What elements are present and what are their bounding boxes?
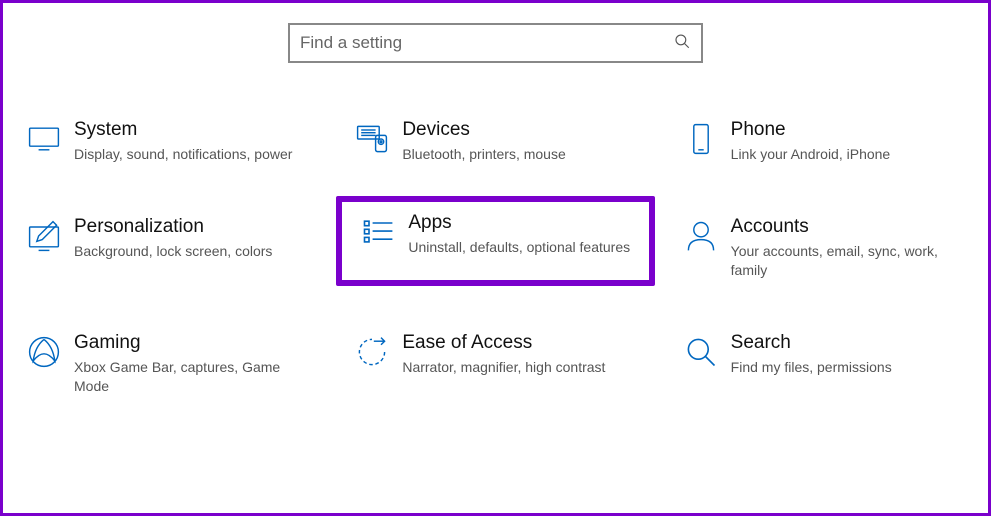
- tile-title: Personalization: [74, 216, 312, 238]
- tile-title: Gaming: [74, 332, 312, 354]
- tile-devices[interactable]: Devices Bluetooth, printers, mouse: [336, 113, 654, 170]
- tile-desc: Display, sound, notifications, power: [74, 145, 312, 164]
- tile-title: Devices: [402, 119, 640, 141]
- tile-title: Apps: [408, 212, 634, 234]
- tile-phone[interactable]: Phone Link your Android, iPhone: [665, 113, 983, 170]
- tile-desc: Bluetooth, printers, mouse: [402, 145, 640, 164]
- tile-desc: Your accounts, email, sync, work, family: [731, 242, 969, 280]
- apps-icon: [348, 212, 408, 250]
- settings-grid: System Display, sound, notifications, po…: [3, 93, 988, 401]
- tile-desc: Link your Android, iPhone: [731, 145, 969, 164]
- ease-of-access-icon: [342, 332, 402, 370]
- tile-accounts[interactable]: Accounts Your accounts, email, sync, wor…: [665, 210, 983, 286]
- tile-ease-of-access[interactable]: Ease of Access Narrator, magnifier, high…: [336, 326, 654, 402]
- tile-system[interactable]: System Display, sound, notifications, po…: [8, 113, 326, 170]
- search-box[interactable]: [288, 23, 703, 63]
- tile-title: Accounts: [731, 216, 969, 238]
- accounts-icon: [671, 216, 731, 254]
- tile-apps[interactable]: Apps Uninstall, defaults, optional featu…: [336, 196, 654, 286]
- search-container: [3, 3, 988, 93]
- tile-title: Phone: [731, 119, 969, 141]
- tile-title: System: [74, 119, 312, 141]
- tile-desc: Find my files, permissions: [731, 358, 969, 377]
- tile-desc: Uninstall, defaults, optional features: [408, 238, 634, 257]
- tile-personalization[interactable]: Personalization Background, lock screen,…: [8, 210, 326, 286]
- tile-desc: Background, lock screen, colors: [74, 242, 312, 261]
- tile-title: Search: [731, 332, 969, 354]
- search-input[interactable]: [300, 33, 673, 53]
- devices-icon: [342, 119, 402, 157]
- phone-icon: [671, 119, 731, 157]
- tile-gaming[interactable]: Gaming Xbox Game Bar, captures, Game Mod…: [8, 326, 326, 402]
- gaming-icon: [14, 332, 74, 370]
- tile-title: Ease of Access: [402, 332, 640, 354]
- system-icon: [14, 119, 74, 157]
- tile-desc: Narrator, magnifier, high contrast: [402, 358, 640, 377]
- tile-search[interactable]: Search Find my files, permissions: [665, 326, 983, 402]
- search-tile-icon: [671, 332, 731, 370]
- personalization-icon: [14, 216, 74, 254]
- search-icon: [673, 32, 691, 55]
- tile-desc: Xbox Game Bar, captures, Game Mode: [74, 358, 312, 396]
